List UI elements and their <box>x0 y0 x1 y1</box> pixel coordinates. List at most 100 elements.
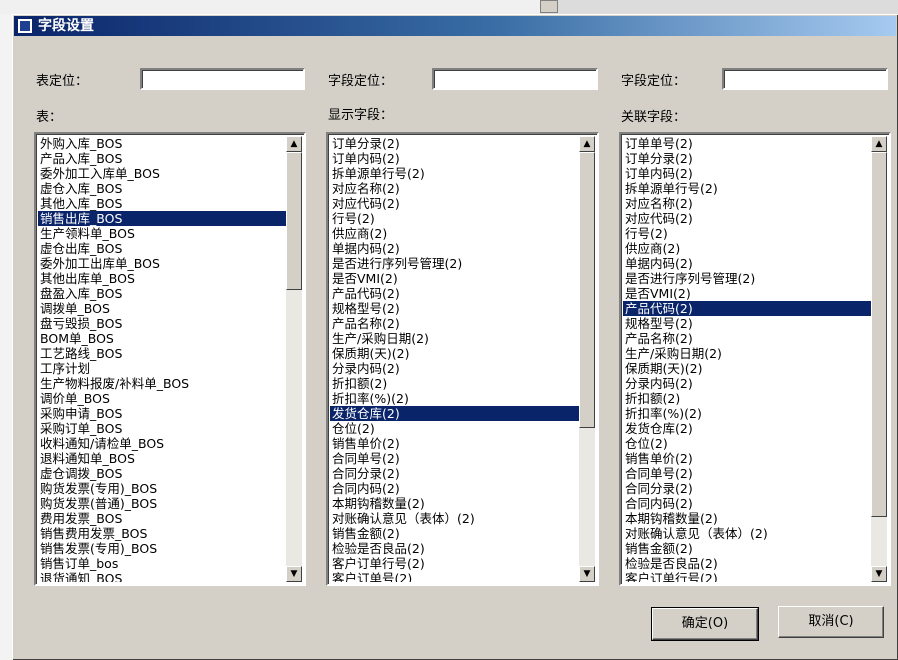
list-item[interactable]: 对账确认意见（表体）(2) <box>330 511 579 526</box>
list-item[interactable]: 生产/采购日期(2) <box>330 331 579 346</box>
list-item[interactable]: 发货仓库(2) <box>330 406 579 421</box>
table-listbox[interactable]: 外购入库_BOS 产品入库_BOS 委外加工入库单_BOS 虚仓入库_BOS 其他入库_… <box>34 132 306 586</box>
list-item[interactable]: 生产/采购日期(2) <box>623 346 871 361</box>
list-item[interactable]: 产品入库_BOS <box>38 151 286 166</box>
list-item[interactable]: 规格型号(2) <box>330 301 579 316</box>
list-item[interactable]: 订单内码(2) <box>623 166 871 181</box>
list-item[interactable]: 产品代码(2) <box>330 286 579 301</box>
list-item[interactable]: 拆单源单行号(2) <box>623 181 871 196</box>
list-item[interactable]: 对应名称(2) <box>330 181 579 196</box>
list-item[interactable]: 合同内码(2) <box>623 496 871 511</box>
list-item[interactable]: 单据内码(2) <box>623 256 871 271</box>
list-item[interactable]: 分录内码(2) <box>623 376 871 391</box>
list-item[interactable]: 折扣额(2) <box>623 391 871 406</box>
list-item[interactable]: 产品名称(2) <box>623 331 871 346</box>
list-item[interactable]: 合同分录(2) <box>623 481 871 496</box>
triangle-up-icon[interactable]: ▲ <box>871 136 887 152</box>
list-item[interactable]: 合同单号(2) <box>623 466 871 481</box>
list-item[interactable]: 单据内码(2) <box>330 241 579 256</box>
list-item[interactable]: 仓位(2) <box>330 421 579 436</box>
list-item[interactable]: 订单单号(2) <box>623 136 871 151</box>
related-field-listbox[interactable]: 订单单号(2) 订单分录(2) 订单内码(2) 拆单源单行号(2) 对应名称(2) 对应代… <box>619 132 891 586</box>
list-item[interactable]: 客户订单行号(2) <box>623 571 871 582</box>
list-item[interactable]: 委外加工出库单_BOS <box>38 256 286 271</box>
display-field-locate-input[interactable] <box>432 68 598 90</box>
list-item[interactable]: 外购入库_BOS <box>38 136 286 151</box>
list-item[interactable]: 供应商(2) <box>330 226 579 241</box>
list-item[interactable]: 销售订单_bos <box>38 556 286 571</box>
triangle-up-icon[interactable]: ▲ <box>579 136 595 152</box>
list-item[interactable]: 规格型号(2) <box>623 316 871 331</box>
list-item[interactable]: 销售金额(2) <box>330 526 579 541</box>
table-locate-input[interactable] <box>140 68 305 90</box>
list-item[interactable]: 是否VMI(2) <box>330 271 579 286</box>
list-item[interactable]: 合同单号(2) <box>330 451 579 466</box>
list-item[interactable]: 虚仓入库_BOS <box>38 181 286 196</box>
list-item[interactable]: 折扣率(%)(2) <box>623 406 871 421</box>
list-item[interactable]: 其他出库单_BOS <box>38 271 286 286</box>
list-item[interactable]: 是否VMI(2) <box>623 286 871 301</box>
list-item[interactable]: 拆单源单行号(2) <box>330 166 579 181</box>
list-item[interactable]: 合同内码(2) <box>330 481 579 496</box>
list-item[interactable]: 盘盈入库_BOS <box>38 286 286 301</box>
list-item[interactable]: 客户订单号(2) <box>330 571 579 582</box>
related-field-locate-input[interactable] <box>722 68 888 90</box>
table-scrollbar[interactable]: ▲ ▼ <box>286 136 302 582</box>
list-item[interactable]: 销售费用发票_BOS <box>38 526 286 541</box>
list-item[interactable]: 产品代码(2) <box>623 301 871 316</box>
list-item[interactable]: 本期钩稽数量(2) <box>330 496 579 511</box>
list-item[interactable]: 检验是否良品(2) <box>330 541 579 556</box>
list-item[interactable]: 销售单价(2) <box>623 451 871 466</box>
list-item[interactable]: 销售金额(2) <box>623 541 871 556</box>
list-item[interactable]: 是否进行序列号管理(2) <box>330 256 579 271</box>
list-item[interactable]: 仓位(2) <box>623 436 871 451</box>
list-item[interactable]: 工艺路线_BOS <box>38 346 286 361</box>
list-item[interactable]: 行号(2) <box>623 226 871 241</box>
list-item[interactable]: 行号(2) <box>330 211 579 226</box>
triangle-down-icon[interactable]: ▼ <box>286 566 302 582</box>
list-item[interactable]: 本期钩稽数量(2) <box>623 511 871 526</box>
list-item[interactable]: 退料通知单_BOS <box>38 451 286 466</box>
list-item[interactable]: 对应代码(2) <box>623 211 871 226</box>
list-item[interactable]: 收料通知/请检单_BOS <box>38 436 286 451</box>
related-field-scroll-thumb[interactable] <box>871 152 887 517</box>
table-scroll-thumb[interactable] <box>286 152 302 290</box>
list-item[interactable]: 采购申请_BOS <box>38 406 286 421</box>
list-item[interactable]: 委外加工入库单_BOS <box>38 166 286 181</box>
display-field-listbox[interactable]: 订单分录(2) 订单内码(2) 拆单源单行号(2) 对应名称(2) 对应代码(2) 行号(… <box>326 132 599 586</box>
list-item[interactable]: 虚仓出库_BOS <box>38 241 286 256</box>
list-item[interactable]: 客户订单行号(2) <box>330 556 579 571</box>
list-item[interactable]: 费用发票_BOS <box>38 511 286 526</box>
list-item[interactable]: 虚仓调拨_BOS <box>38 466 286 481</box>
list-item[interactable]: 购货发票(普通)_BOS <box>38 496 286 511</box>
list-item[interactable]: 销售发票(专用)_BOS <box>38 541 286 556</box>
list-item[interactable]: 折扣额(2) <box>330 376 579 391</box>
cancel-button[interactable]: 取消(C) <box>778 606 884 638</box>
list-item[interactable]: 检验是否良品(2) <box>623 556 871 571</box>
list-item[interactable]: 生产物料报废/补料单_BOS <box>38 376 286 391</box>
list-item[interactable]: 调价单_BOS <box>38 391 286 406</box>
list-item[interactable]: 供应商(2) <box>623 241 871 256</box>
list-item[interactable]: 销售单价(2) <box>330 436 579 451</box>
related-field-scrollbar[interactable]: ▲ ▼ <box>871 136 887 582</box>
list-item[interactable]: 产品名称(2) <box>330 316 579 331</box>
background-window-button[interactable] <box>540 0 558 13</box>
list-item[interactable]: 保质期(天)(2) <box>330 346 579 361</box>
list-item[interactable]: 是否进行序列号管理(2) <box>623 271 871 286</box>
list-item[interactable]: 工序计划 <box>38 361 286 376</box>
ok-button[interactable]: 确定(O) <box>651 607 759 641</box>
list-item[interactable]: 销售出库_BOS <box>38 211 286 226</box>
list-item[interactable]: 购货发票(专用)_BOS <box>38 481 286 496</box>
list-item[interactable]: 订单内码(2) <box>330 151 579 166</box>
list-item[interactable]: 订单分录(2) <box>623 151 871 166</box>
list-item[interactable]: 其他入库_BOS <box>38 196 286 211</box>
list-item[interactable]: 退货通知_BOS <box>38 571 286 582</box>
list-item[interactable]: 订单分录(2) <box>330 136 579 151</box>
list-item[interactable]: 保质期(天)(2) <box>623 361 871 376</box>
list-item[interactable]: BOM单_BOS <box>38 331 286 346</box>
list-item[interactable]: 折扣率(%)(2) <box>330 391 579 406</box>
list-item[interactable]: 发货仓库(2) <box>623 421 871 436</box>
display-field-scroll-thumb[interactable] <box>579 152 595 428</box>
list-item[interactable]: 采购订单_BOS <box>38 421 286 436</box>
list-item[interactable]: 对账确认意见（表体）(2) <box>623 526 871 541</box>
